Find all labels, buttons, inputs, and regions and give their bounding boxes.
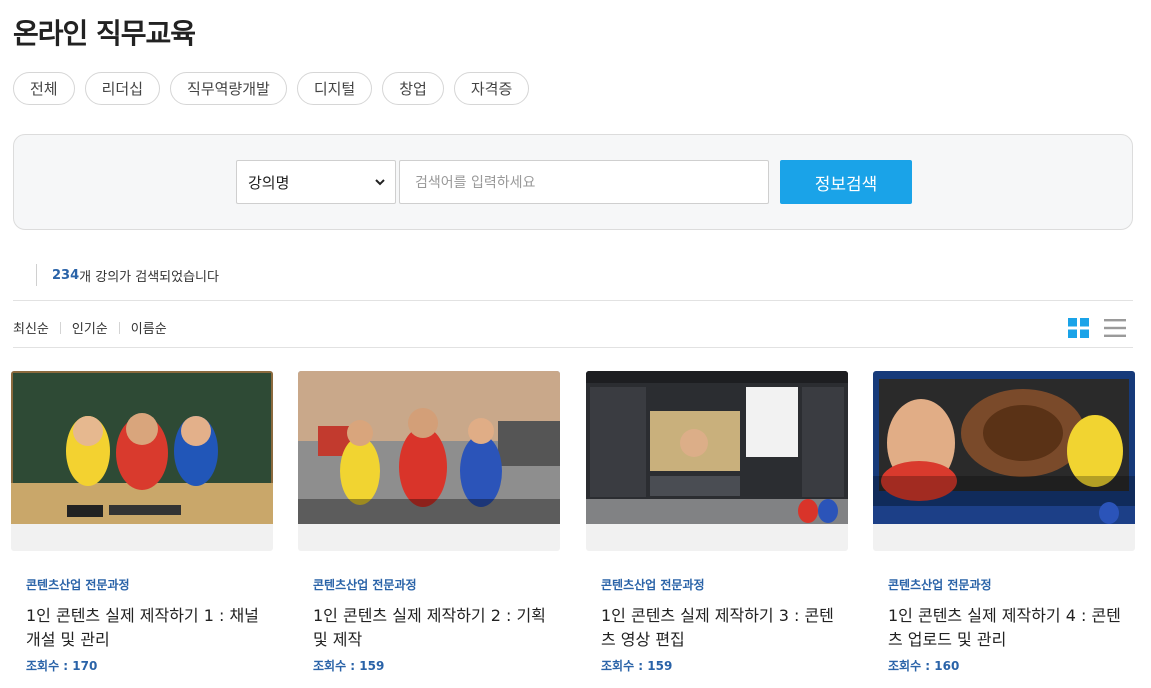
- search-type-select[interactable]: 강의명: [236, 160, 396, 204]
- course-card[interactable]: 콘텐츠산업 전문과정 1인 콘텐츠 실제 제작하기 1 : 채널 개설 및 관리…: [11, 371, 273, 674]
- sort-separator: [59, 321, 61, 334]
- divider: [13, 300, 1133, 301]
- course-title[interactable]: 1인 콘텐츠 실제 제작하기 2 : 기획 및 제작: [313, 604, 553, 652]
- course-thumbnail-frame: [298, 371, 560, 551]
- category-chip-all[interactable]: 전체: [13, 72, 75, 105]
- result-count: 234: [52, 267, 80, 283]
- sort-latest[interactable]: 최신순: [13, 318, 49, 337]
- course-thumbnail: [11, 371, 273, 524]
- sort-separator: [118, 321, 120, 334]
- result-summary: 234 개 강의가 검색되었습니다: [36, 264, 219, 286]
- course-thumbnail-frame: [586, 371, 848, 551]
- chevron-down-icon: [375, 179, 385, 186]
- course-title[interactable]: 1인 콘텐츠 실제 제작하기 3 : 콘텐츠 영상 편집: [601, 604, 841, 652]
- thumbnail-illustration: [11, 371, 273, 524]
- divider: [13, 347, 1133, 348]
- course-thumbnail-frame: [873, 371, 1135, 551]
- search-panel: 강의명 검색어를 입력하세요 정보검색: [13, 134, 1133, 230]
- list-view-icon[interactable]: [1104, 318, 1126, 338]
- thumbnail-illustration: [873, 371, 1135, 524]
- sort-name[interactable]: 이름순: [131, 318, 167, 337]
- course-views: 조회수 : 159: [601, 659, 673, 673]
- category-chip-startup[interactable]: 창업: [382, 72, 444, 105]
- thumbnail-illustration: [586, 371, 848, 524]
- course-card[interactable]: 콘텐츠산업 전문과정 1인 콘텐츠 실제 제작하기 3 : 콘텐츠 영상 편집 …: [586, 371, 848, 674]
- category-chip-leadership[interactable]: 리더십: [84, 72, 161, 105]
- course-title[interactable]: 1인 콘텐츠 실제 제작하기 1 : 채널 개설 및 관리: [26, 604, 266, 652]
- search-button[interactable]: 정보검색: [780, 160, 912, 204]
- thumbnail-illustration: [298, 371, 560, 524]
- search-placeholder: 검색어를 입력하세요: [415, 175, 536, 191]
- result-suffix: 개 강의가 검색되었습니다: [79, 269, 219, 285]
- course-thumbnail-frame: [11, 371, 273, 551]
- course-card[interactable]: 콘텐츠산업 전문과정 1인 콘텐츠 실제 제작하기 4 : 콘텐츠 업로드 및 …: [873, 371, 1135, 674]
- course-title[interactable]: 1인 콘텐츠 실제 제작하기 4 : 콘텐츠 업로드 및 관리: [888, 604, 1128, 652]
- category-chip-digital[interactable]: 디지털: [296, 72, 373, 105]
- course-thumbnail: [873, 371, 1135, 524]
- course-category: 콘텐츠산업 전문과정: [601, 578, 705, 592]
- search-input[interactable]: 검색어를 입력하세요: [399, 160, 769, 204]
- search-type-value: 강의명: [248, 173, 290, 192]
- course-thumbnail: [298, 371, 560, 524]
- course-views: 조회수 : 170: [26, 659, 98, 673]
- grid-view-icon[interactable]: [1068, 318, 1089, 338]
- course-category: 콘텐츠산업 전문과정: [313, 578, 417, 592]
- course-views: 조회수 : 159: [313, 659, 385, 673]
- sort-popular[interactable]: 인기순: [72, 318, 108, 337]
- category-chip-job-skills[interactable]: 직무역량개발: [170, 72, 287, 105]
- course-views: 조회수 : 160: [888, 659, 960, 673]
- category-filter: 전체 리더십 직무역량개발 디지털 창업 자격증: [13, 72, 530, 105]
- page-title: 온라인 직무교육: [13, 17, 196, 50]
- course-category: 콘텐츠산업 전문과정: [888, 578, 992, 592]
- category-chip-certificate[interactable]: 자격증: [453, 72, 530, 105]
- course-card[interactable]: 콘텐츠산업 전문과정 1인 콘텐츠 실제 제작하기 2 : 기획 및 제작 조회…: [298, 371, 560, 674]
- course-category: 콘텐츠산업 전문과정: [26, 578, 130, 592]
- sort-options: 최신순 인기순 이름순: [13, 318, 167, 337]
- course-thumbnail: [586, 371, 848, 524]
